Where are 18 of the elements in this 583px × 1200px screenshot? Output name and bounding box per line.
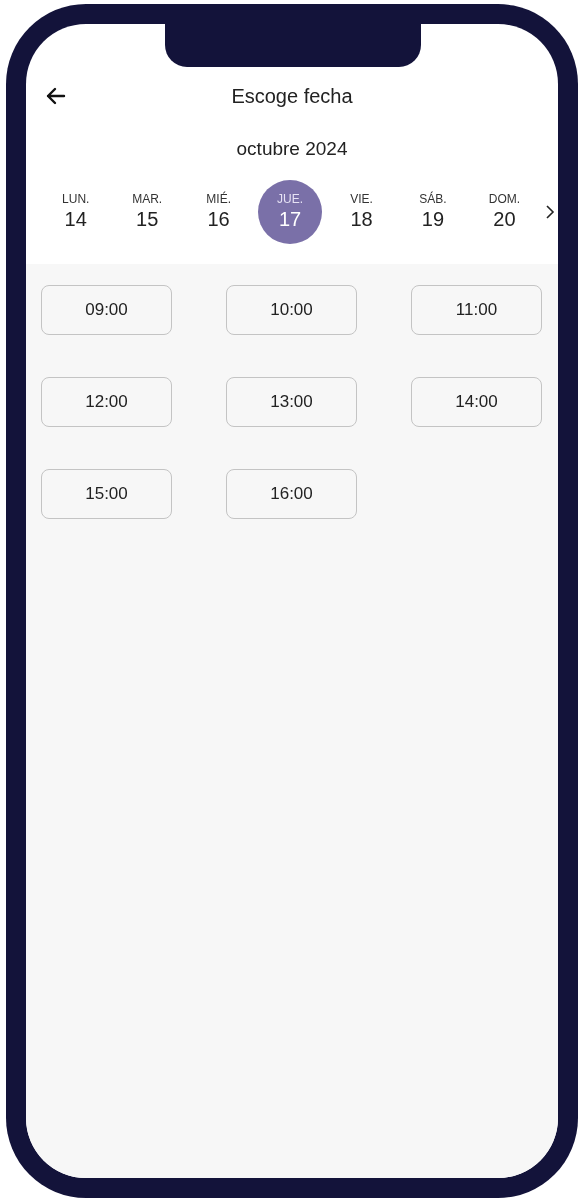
screen-title: Escoge fecha [231,84,353,109]
time-slot-button[interactable]: 09:00 [41,285,172,335]
time-slot-button[interactable]: 14:00 [411,377,542,427]
day-option[interactable]: JUE. 17 [258,180,322,244]
day-option[interactable]: MAR. 15 [115,180,179,244]
month-label: octubre 2024 [236,136,348,161]
time-slot-button[interactable]: 11:00 [411,285,542,335]
day-option[interactable]: VIE. 18 [329,180,394,244]
time-slot-button[interactable]: 13:00 [226,377,357,427]
chevron-right-icon [545,204,556,220]
day-option[interactable]: MIÉ. 16 [186,180,251,244]
time-slot-button[interactable]: 16:00 [226,469,357,519]
day-option[interactable]: DOM. 20 [472,180,537,244]
time-slot-button[interactable]: 15:00 [41,469,172,519]
time-slot-button[interactable]: 12:00 [41,377,172,427]
day-option[interactable]: LUN. 14 [44,180,108,244]
time-slot-button[interactable]: 10:00 [226,285,357,335]
day-option[interactable]: SÁB. 19 [401,180,465,244]
